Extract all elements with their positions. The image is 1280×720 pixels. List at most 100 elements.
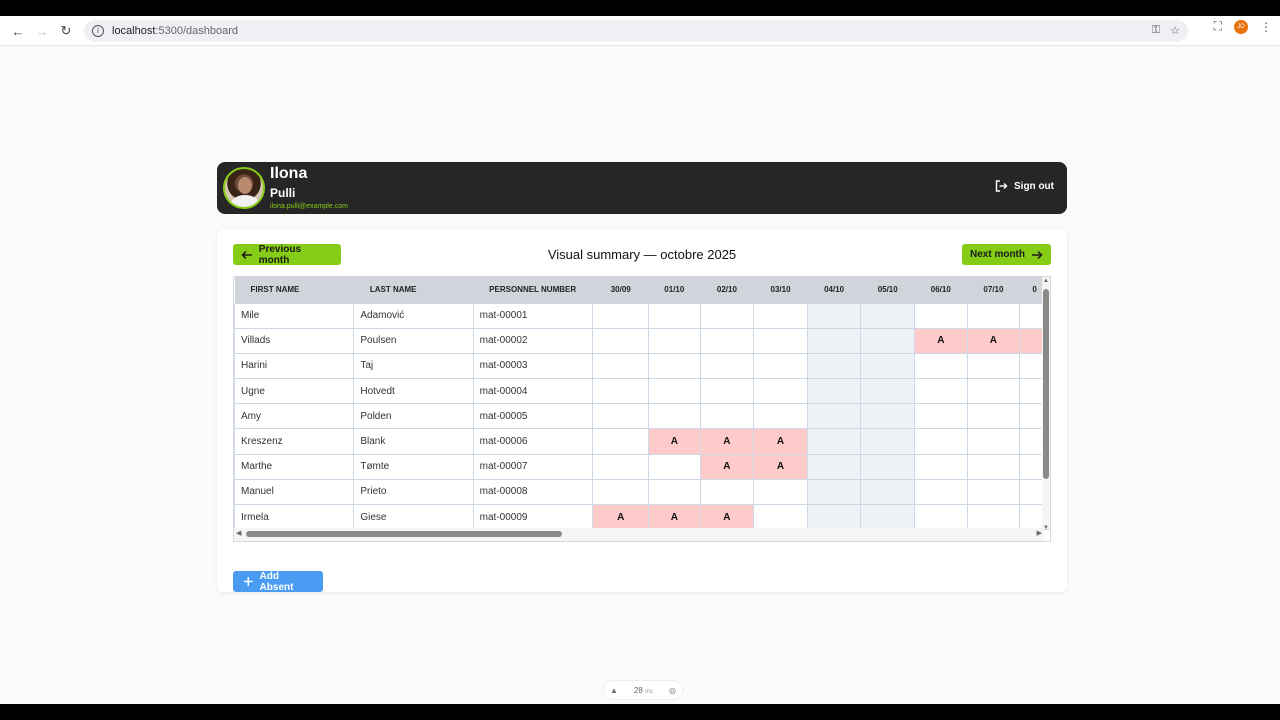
day-cell[interactable]	[966, 503, 1021, 531]
scroll-up-icon[interactable]: ▲	[1042, 278, 1050, 284]
header-personnel-number[interactable]: PERSONNEL NUMBER	[473, 277, 593, 303]
add-absent-button[interactable]: Add Absent	[233, 571, 323, 593]
horizontal-scrollbar[interactable]: ◀ ▶	[234, 528, 1044, 541]
day-cell[interactable]	[753, 403, 808, 430]
day-cell[interactable]	[860, 503, 915, 531]
sign-out-button[interactable]: Sign out	[994, 179, 1054, 193]
day-cell[interactable]	[806, 302, 862, 329]
day-cell[interactable]	[592, 302, 650, 329]
day-cell[interactable]	[860, 352, 915, 380]
day-cell[interactable]	[753, 302, 808, 329]
day-cell[interactable]	[914, 378, 968, 405]
target-icon[interactable]: ◎	[669, 686, 676, 695]
header-first-name[interactable]: FIRST NAME	[234, 277, 354, 303]
day-cell[interactable]	[648, 302, 701, 329]
day-cell[interactable]	[914, 478, 968, 506]
absence-cell[interactable]: A	[753, 453, 808, 480]
absence-cell[interactable]: A	[966, 327, 1021, 354]
profile-avatar[interactable]: JO	[1234, 19, 1248, 34]
day-cell[interactable]	[966, 302, 1021, 329]
absence-cell[interactable]: A	[699, 428, 755, 455]
vertical-scrollbar[interactable]: ▲ ▼	[1042, 277, 1050, 531]
day-cell[interactable]	[648, 378, 701, 405]
day-cell[interactable]	[806, 378, 862, 405]
day-cell[interactable]	[592, 403, 650, 430]
absence-cell[interactable]: A	[699, 503, 755, 531]
horizontal-scroll-thumb[interactable]	[246, 531, 562, 537]
day-cell[interactable]	[648, 478, 701, 506]
address-bar[interactable]: i localhost:5300/dashboard ⚿ ☆	[84, 20, 1188, 42]
day-cell[interactable]	[914, 428, 968, 455]
header-last-name[interactable]: LAST NAME	[353, 277, 474, 303]
day-cell[interactable]	[753, 378, 808, 405]
forward-icon[interactable]: →	[30, 19, 54, 43]
absence-cell[interactable]: A	[648, 428, 701, 455]
bookmark-star-icon[interactable]: ☆	[1170, 24, 1180, 37]
day-cell[interactable]	[753, 478, 808, 506]
day-cell[interactable]	[592, 428, 650, 455]
day-cell[interactable]	[592, 327, 650, 354]
day-cell[interactable]	[699, 302, 755, 329]
day-cell[interactable]	[699, 327, 755, 354]
day-cell[interactable]	[806, 428, 862, 455]
day-cell[interactable]	[592, 453, 650, 480]
day-cell[interactable]	[860, 378, 915, 405]
menu-kebab-icon[interactable]: ⋮	[1260, 20, 1272, 34]
day-cell[interactable]	[966, 428, 1021, 455]
absence-cell[interactable]: A	[914, 327, 968, 354]
day-cell[interactable]	[860, 453, 915, 480]
day-cell[interactable]	[966, 378, 1021, 405]
cell-first-name: Mile	[234, 302, 355, 329]
back-icon[interactable]: ←	[6, 19, 30, 43]
absence-cell[interactable]: A	[648, 503, 701, 531]
day-cell[interactable]	[699, 378, 755, 405]
day-cell[interactable]	[753, 503, 808, 531]
visual-summary-card: Previous month Visual summary — octobre …	[217, 229, 1067, 593]
day-cell[interactable]	[966, 403, 1021, 430]
day-cell[interactable]	[914, 302, 968, 329]
day-cell[interactable]	[966, 352, 1021, 380]
reload-icon[interactable]: ↻	[54, 19, 78, 43]
day-cell[interactable]	[648, 453, 701, 480]
absence-cell[interactable]: A	[592, 503, 650, 531]
day-cell[interactable]	[806, 503, 862, 531]
day-cell[interactable]	[806, 478, 862, 506]
day-cell[interactable]	[914, 403, 968, 430]
scroll-right-icon[interactable]: ▶	[1037, 529, 1042, 537]
day-cell[interactable]	[860, 302, 915, 329]
day-cell[interactable]	[753, 327, 808, 354]
absence-table-container[interactable]: FIRST NAME LAST NAME PERSONNEL NUMBER 30…	[233, 276, 1051, 542]
day-cell[interactable]	[648, 352, 701, 380]
day-cell[interactable]	[592, 352, 650, 380]
day-cell[interactable]	[914, 503, 968, 531]
day-cell[interactable]	[699, 478, 755, 506]
vertical-scroll-thumb[interactable]	[1043, 289, 1049, 479]
password-key-icon[interactable]: ⚿	[1152, 24, 1160, 37]
day-cell[interactable]	[806, 327, 862, 354]
day-cell[interactable]	[592, 378, 650, 405]
day-cell[interactable]	[966, 453, 1021, 480]
day-cell[interactable]	[699, 403, 755, 430]
day-cell[interactable]	[914, 453, 968, 480]
site-info-icon[interactable]: i	[92, 25, 104, 37]
day-cell[interactable]	[648, 327, 701, 354]
day-cell[interactable]	[860, 327, 915, 354]
day-cell[interactable]	[914, 352, 968, 380]
day-cell[interactable]	[753, 352, 808, 380]
next-month-button[interactable]: Next month	[962, 244, 1051, 265]
day-cell[interactable]	[648, 403, 701, 430]
framework-logo-icon[interactable]: ▲	[610, 686, 618, 695]
day-cell[interactable]	[699, 352, 755, 380]
day-cell[interactable]	[806, 453, 862, 480]
day-cell[interactable]	[806, 352, 862, 380]
day-cell[interactable]	[966, 478, 1021, 506]
day-cell[interactable]	[592, 478, 650, 506]
day-cell[interactable]	[860, 403, 915, 430]
absence-cell[interactable]: A	[699, 453, 755, 480]
scroll-left-icon[interactable]: ◀	[236, 529, 241, 537]
absence-cell[interactable]: A	[753, 428, 808, 455]
day-cell[interactable]	[860, 428, 915, 455]
extensions-icon[interactable]: ⛶	[1214, 19, 1222, 34]
day-cell[interactable]	[806, 403, 862, 430]
day-cell[interactable]	[860, 478, 915, 506]
